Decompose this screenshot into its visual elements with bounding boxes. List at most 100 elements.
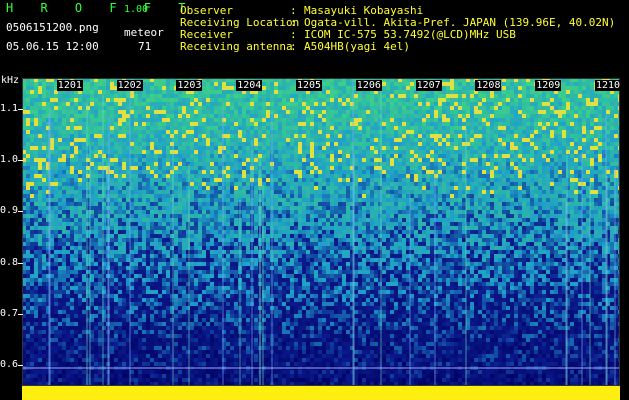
spectrogram-cell [94,186,98,190]
spectrogram-cell [258,122,262,126]
spectrogram-cell [26,170,30,174]
spectrogram-cell [198,138,202,142]
spectrogram-cell [606,170,610,174]
spectrogram-cell [286,110,290,114]
spectrogram-cell [542,122,546,126]
spectrogram-cell [94,210,98,214]
spectrogram-cell [418,166,422,170]
spectrogram-cell [134,186,138,190]
spectrogram-cell [366,198,370,202]
spectrogram-cell [562,122,566,126]
spectrogram-cell [606,118,610,122]
spectrogram-cell [490,186,494,190]
spectrogram-cell [206,110,210,114]
spectrogram-cell [54,142,58,146]
spectrogram-cell [462,102,466,106]
spectrogram-cell [394,130,398,134]
spectrogram-cell [490,150,494,154]
antenna-value: A504HB(yagi 4el) [304,40,410,53]
spectrogram-cell [566,98,570,102]
spectrogram-cell [114,134,118,138]
spectrogram-cell [254,202,258,206]
spectrogram-cell [274,82,278,86]
spectrogram-cell [78,174,82,178]
spectrogram-cell [538,134,542,138]
spectrogram-cell [530,198,534,202]
spectrogram-cell [554,174,558,178]
spectrogram-cell [210,166,214,170]
spectrogram-cell [234,122,238,126]
spectrogram-cell [366,182,370,186]
spectrogram-cell [318,130,322,134]
spectrogram-cell [230,102,234,106]
spectrogram-cell [82,110,86,114]
spectrogram-cell [134,182,138,186]
spectrogram-cell [566,90,570,94]
spectrogram-cell [194,142,198,146]
spectrogram-cell [466,162,470,166]
spectrogram-cell [294,182,298,186]
spectrogram-cell [314,154,318,158]
spectrogram-cell [498,110,502,114]
spectrogram-cell [526,174,530,178]
spectrogram-cell [34,86,38,90]
spectrogram-cell [142,174,146,178]
spectrogram-cell [614,126,618,130]
spectrogram-cell [398,158,402,162]
spectrogram-cell [306,170,310,174]
spectrogram-cell [434,158,438,162]
spectrogram-cell [358,134,362,138]
spectrogram-cell [570,94,574,98]
spectrogram-cell [34,122,38,126]
spectrogram-cell [606,150,610,154]
spectrogram-cell [262,102,266,106]
spectrogram-cell [186,102,190,106]
spectrogram-cell [454,110,458,114]
spectrogram-cell [138,102,142,106]
spectrogram-cell [542,166,546,170]
spectrogram-cell [454,154,458,158]
spectrogram-cell [78,166,82,170]
spectrogram-cell [406,146,410,150]
spectrogram-cell [302,126,306,130]
spectrogram-cell [398,174,402,178]
spectrogram-cell [234,178,238,182]
spectrogram-cell [618,126,620,130]
spectrogram-cell [530,114,534,118]
spectrogram-cell [238,170,242,174]
spectrogram-cell [566,138,570,142]
spectrogram-cell [74,202,78,206]
spectrogram-cell [342,94,346,98]
spectrogram-cell [114,198,118,202]
spectrogram-cell [442,138,446,142]
spectrogram-cell [574,206,578,210]
spectrogram-cell [150,142,154,146]
spectrogram-cell [146,154,150,158]
spectrogram-cell [454,94,458,98]
spectrogram-cell [434,122,438,126]
spectrogram-cell [362,158,366,162]
spectrogram-cell [478,142,482,146]
spectrogram-cell [298,130,302,134]
spectrogram-cell [518,138,522,142]
spectrogram-cell [490,106,494,110]
spectrogram-cell [322,106,326,110]
spectrogram-cell [362,154,366,158]
spectrogram-cell [150,134,154,138]
spectrogram-cell [358,122,362,126]
spectrogram-cell [406,82,410,86]
spectrogram-cell [206,150,210,154]
spectrogram-cell [386,118,390,122]
spectrogram-cell [414,154,418,158]
spectrogram-cell [438,142,442,146]
spectrogram-cell [306,154,310,158]
spectrogram-cell [150,118,154,122]
spectrogram-cell [154,182,158,186]
spectrogram-cell [214,178,218,182]
spectrogram-cell [162,142,166,146]
spectrogram-cell [150,154,154,158]
spectrogram-cell [618,190,620,194]
spectrogram-cell [562,138,566,142]
spectrogram-cell [386,82,390,86]
spectrogram-cell [510,86,514,90]
